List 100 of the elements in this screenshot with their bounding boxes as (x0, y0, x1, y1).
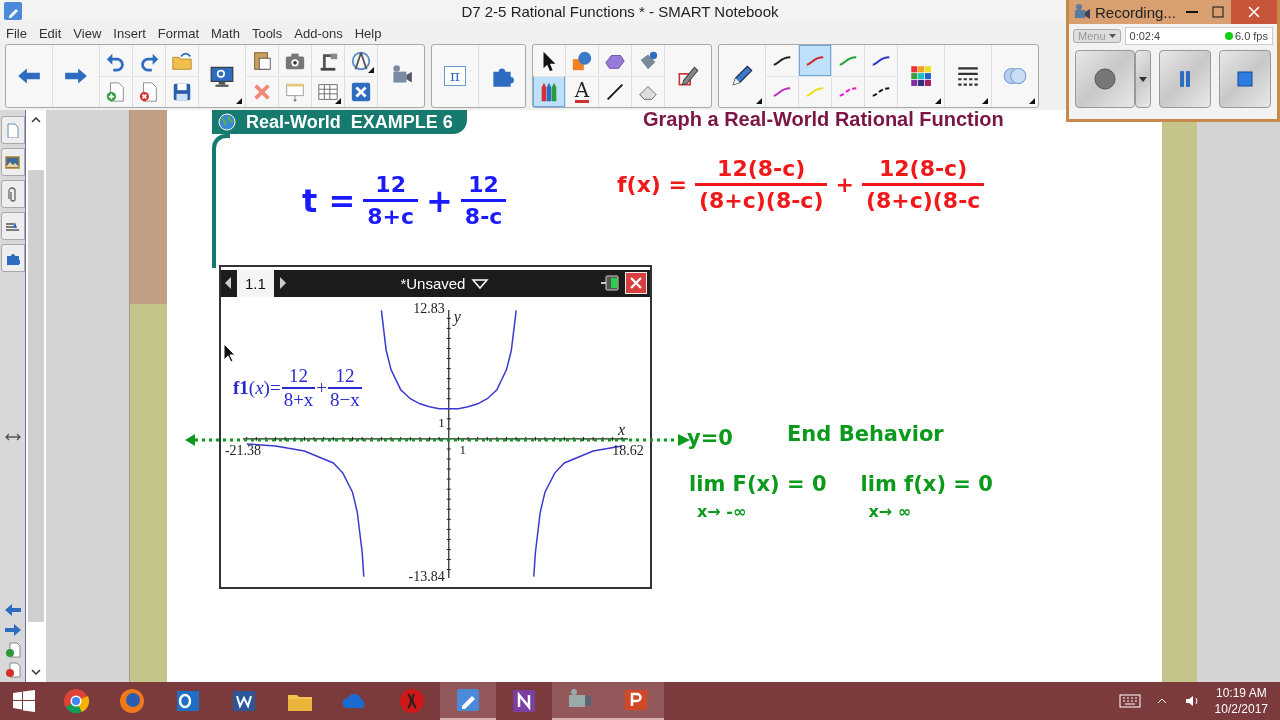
pen-icon (729, 63, 755, 89)
side-tab[interactable] (0, 212, 25, 240)
clock-time: 10:19 AM (1215, 686, 1267, 700)
add-page-icon[interactable] (3, 642, 22, 658)
record-icon (1094, 68, 1116, 90)
window-title: D7 2-5 Rational Functions * - SMART Notebook (461, 2, 779, 20)
x-tick-label: 18.62 (612, 442, 644, 458)
app-icon (510, 687, 538, 715)
menu-item[interactable]: View (67, 25, 108, 41)
stop-button[interactable] (1218, 50, 1271, 108)
numerator: 12 (334, 365, 356, 387)
x-axis-label: x (618, 420, 626, 438)
battery-icon (600, 274, 622, 292)
color-grid-icon (908, 63, 934, 89)
page-sorter-icon (5, 122, 20, 138)
previous-arrow-icon[interactable] (223, 276, 233, 290)
add-page-icon (105, 80, 127, 103)
menu-item[interactable]: File (0, 25, 33, 41)
menu-item[interactable]: Insert (107, 25, 152, 41)
pause-button[interactable] (1158, 50, 1211, 108)
menu-item[interactable]: Math (205, 25, 246, 41)
math-tool-button[interactable]: π (432, 45, 478, 107)
clipboard-icon (251, 49, 273, 72)
pens-tool-button[interactable] (533, 76, 565, 107)
record-button[interactable] (1075, 50, 1135, 108)
keyboard-icon[interactable] (1118, 693, 1141, 709)
ink-text: t = (302, 181, 356, 220)
fullscreen-icon (350, 80, 372, 103)
limit-subscript: x→ -∞ (696, 502, 748, 521)
denominator: 8-c (460, 199, 507, 229)
unit-label: 1 (459, 441, 466, 457)
scroll-down-icon[interactable] (31, 668, 41, 676)
close-icon (1248, 6, 1260, 18)
dropdown-triangle-icon[interactable] (471, 277, 490, 290)
app-icon (62, 687, 90, 715)
numerator: 12 (374, 172, 407, 199)
y-tick-label: -13.84 (408, 569, 445, 585)
delete-page-icon[interactable] (3, 662, 22, 678)
function-name: f1(x)= (233, 377, 281, 399)
maximize-icon (1212, 6, 1224, 18)
app-icon (398, 687, 426, 715)
example-heading: Graph a Real-World Rational Function (643, 108, 1004, 131)
y-tick-label: 12.83 (413, 301, 445, 317)
denominator: 8+c (363, 199, 419, 229)
app-icon (118, 687, 146, 715)
forward-arrow-icon[interactable] (3, 622, 22, 638)
text-tool-button[interactable]: A (566, 76, 598, 107)
taskbar-app-button[interactable] (608, 682, 664, 720)
video-camera-icon (1073, 3, 1091, 21)
denominator: 8−x (328, 387, 362, 411)
caret-icon (1138, 76, 1147, 82)
windows-logo-icon[interactable] (12, 689, 36, 713)
numerator: 12 (467, 172, 500, 199)
menu-item[interactable]: Edit (32, 25, 68, 41)
numerator: 12(8-c) (878, 156, 969, 183)
unit-label: 1 (438, 414, 445, 430)
denominator: 8+x (281, 387, 316, 411)
minimize-icon (1186, 11, 1198, 13)
ink-text: f(x) = (617, 172, 687, 197)
y-axis-label: y (453, 308, 461, 325)
elapsed-time: 0:02:4 (1129, 30, 1162, 42)
menu-item[interactable]: Add-ons (288, 25, 349, 41)
limit-subscript: x→ ∞ (867, 502, 913, 521)
limit-expression: lim F(x) = 0 (689, 472, 827, 496)
table-tool-button[interactable] (312, 76, 344, 107)
menu-item[interactable]: Format (151, 25, 205, 41)
ink-text: End Behavior (787, 422, 944, 446)
shapes-icon (571, 49, 593, 72)
recorder-title: Recording... (1095, 3, 1177, 21)
close-button[interactable] (1231, 0, 1277, 24)
side-tab[interactable] (0, 244, 25, 272)
mouse-pointer-icon (223, 343, 235, 363)
clock-date: 10/2/2017 (1214, 702, 1268, 716)
scrollbar-thumb[interactable] (28, 170, 44, 622)
ink-text: y=0 (687, 426, 733, 450)
scroll-up-icon[interactable] (31, 116, 41, 124)
menu-item[interactable]: Help (348, 25, 388, 41)
ink-text: + (316, 377, 328, 399)
example-number: EXAMPLE 6 (350, 111, 453, 133)
delete-page-icon (138, 80, 160, 103)
side-tab[interactable] (0, 148, 25, 176)
taskbar-app-button[interactable] (440, 682, 496, 720)
gallery-icon (5, 154, 20, 170)
caret-icon (1108, 34, 1116, 38)
denominator: (8+c)(8-c) (694, 183, 828, 213)
numerator: 12(8-c) (716, 156, 807, 183)
globe-icon (218, 113, 236, 131)
banner-label: Real-World (246, 111, 341, 133)
frame-rate: 6.0 fps (1234, 30, 1268, 42)
page-tab[interactable]: 1.1 (237, 270, 274, 297)
side-tab[interactable] (0, 180, 25, 208)
limit-expression: lim f(x) = 0 (860, 472, 993, 496)
next-arrow-icon[interactable] (277, 276, 288, 290)
close-icon (630, 277, 642, 289)
document-title: *Unsaved (400, 275, 466, 292)
app-icon (454, 686, 482, 714)
back-arrow-icon[interactable] (3, 602, 22, 618)
ink-text: + (835, 172, 854, 197)
close-button[interactable] (625, 272, 647, 294)
menu-item[interactable]: Tools (245, 25, 289, 41)
